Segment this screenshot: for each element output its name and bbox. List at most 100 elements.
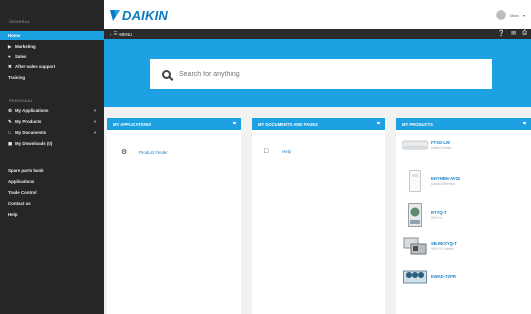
brand-name: DAIKIN [122,7,168,23]
chevron-left-icon: ‹ [110,31,112,37]
product-image [402,203,428,227]
user-name: Marc [510,12,519,18]
sidebar-link-spare-parts[interactable]: Spare parts bank [0,166,104,175]
menu-button[interactable]: ‹ ☰ MENU [110,31,132,37]
chevron-down-icon: ▼ [93,108,97,113]
share-icon[interactable]: ⚭ [522,120,527,127]
product-name: FTXG-LW [431,140,450,145]
sidebar-link-applications[interactable]: Applications [0,177,104,186]
sidebar-item-home[interactable]: Home [0,31,104,40]
sidebar-heading-personal: PERSONAL [9,98,34,103]
megaphone-icon: ▶ [8,43,12,49]
product-item[interactable]: SB.RKXYQ-T VRV IV i-series [402,236,457,256]
product-sub: VRV IV [431,216,443,220]
sidebar-link-help[interactable]: Help [0,210,104,219]
product-name: SB.RKXYQ-T [431,241,457,246]
app-root: GENERAL Home ▶ Marketing ● Sales ✖ After… [0,0,531,314]
product-item[interactable]: EHYHBH-AV32 Daikin Altherma [402,170,460,192]
print-icon[interactable]: ⎙ [522,30,527,37]
product-item[interactable]: EWAD-TZPR [402,270,456,284]
product-name: EHYHBH-AV32 [431,176,461,181]
avatar [496,10,507,20]
gear-icon: ⚙ [121,149,128,156]
product-sub: Daikin Altherma [431,182,455,186]
card-my-products: MY PRODUCTS ⚭ FTXG-LW Daikin Emura EHYHB… [396,118,531,314]
sidebar-link-label: Spare parts bank [8,168,44,173]
list-item-label: Help [282,149,292,154]
share-icon[interactable]: ⚭ [232,120,237,127]
card-header: MY APPLICATIONS ⚭ [107,118,241,130]
sidebar-link-contact[interactable]: Contact us [0,199,104,208]
tools-icon: ✖ [8,63,12,69]
search-box[interactable] [150,59,492,89]
search-input[interactable] [179,70,459,78]
help-icon[interactable]: ❔ [498,30,505,37]
sidebar-item-label: My Products [15,119,42,124]
chevron-down-icon: ▾ [522,12,525,18]
share-icon[interactable]: ⚭ [376,120,381,127]
list-item-label: Product Finder [139,149,168,155]
sidebar-item-my-products[interactable]: ✎ My Products ▼ [0,117,104,126]
product-sub: VRV IV i-series [431,247,454,251]
chevron-down-icon: ▼ [93,119,97,124]
mail-icon[interactable]: ✉ [511,30,516,37]
daikin-triangle-icon [110,9,120,21]
sidebar-link-label: Contact us [8,201,31,206]
sidebar-item-label: My Applications [15,108,49,113]
list-item[interactable]: ⚙ Product Finder [121,148,168,156]
chevron-down-icon: ▼ [93,130,97,135]
gear-icon: ⚙ [8,107,13,113]
sidebar-item-sales[interactable]: ● Sales [0,52,104,61]
card-my-documents: MY DOCUMENTS AND PAGES ⚭ □ Help [252,118,385,314]
product-image [402,270,428,284]
sidebar-heading-general: GENERAL [9,19,31,24]
sidebar-item-label: My Documents [15,130,47,135]
sidebar-item-label: After-sales support [15,64,56,69]
hamburger-icon: ☰ [113,31,118,36]
card-my-applications: MY APPLICATIONS ⚭ ⚙ Product Finder [107,118,241,314]
menu-label: MENU [119,31,133,37]
product-sub: Daikin Emura [431,146,452,150]
menu-bar: ‹ ☰ MENU ❔ ✉ ⎙ [104,29,531,39]
card-header: MY DOCUMENTS AND PAGES ⚭ [252,118,385,130]
product-item[interactable]: RTYQ-T VRV IV [402,203,447,227]
sidebar-item-after-sales[interactable]: ✖ After-sales support [0,62,104,71]
sidebar-link-label: Help [8,212,18,217]
product-image [402,236,428,256]
daikin-logo[interactable]: DAIKIN [110,7,168,23]
list-item[interactable]: □ Help [264,148,291,155]
product-name: RTYQ-T [431,210,447,215]
sidebar-link-label: Trade Control [8,190,37,195]
sidebar-item-label: Sales [15,54,27,59]
card-title: MY APPLICATIONS [113,121,152,127]
sidebar-link-label: Applications [8,179,35,184]
sidebar-link-trade-control[interactable]: Trade Control [0,188,104,197]
product-name: EWAD-TZPR [431,274,456,279]
sidebar-item-my-documents[interactable]: □ My Documents ▼ [0,128,104,137]
menubar-icons: ❔ ✉ ⎙ [498,30,527,37]
hero-banner [104,39,531,107]
search-icon [162,69,171,79]
card-header: MY PRODUCTS ⚭ [396,118,531,130]
sidebar-item-marketing[interactable]: ▶ Marketing [0,42,104,51]
card-title: MY DOCUMENTS AND PAGES [258,121,318,127]
top-header: DAIKIN Marc ▾ [104,0,531,29]
tag-icon: ● [8,54,11,59]
sidebar-item-label: My Downloads (0) [15,141,53,146]
document-icon: □ [264,148,269,155]
sidebar-item-label: Marketing [15,44,36,49]
cart-icon: ▣ [8,140,13,146]
product-image [402,170,428,192]
sidebar-item-training[interactable]: Training [0,73,104,82]
sidebar-item-my-downloads[interactable]: ▣ My Downloads (0) [0,139,104,148]
user-menu[interactable]: Marc ▾ [496,10,525,20]
sidebar: GENERAL Home ▶ Marketing ● Sales ✖ After… [0,0,104,314]
product-item[interactable]: FTXG-LW Daikin Emura [402,140,451,150]
wrench-icon: ✎ [8,118,12,124]
document-icon: □ [8,130,11,135]
sidebar-item-label: Training [8,75,26,80]
card-title: MY PRODUCTS [402,121,433,127]
product-image [402,140,428,150]
sidebar-item-my-applications[interactable]: ⚙ My Applications ▼ [0,106,104,115]
sidebar-item-label: Home [8,33,21,38]
